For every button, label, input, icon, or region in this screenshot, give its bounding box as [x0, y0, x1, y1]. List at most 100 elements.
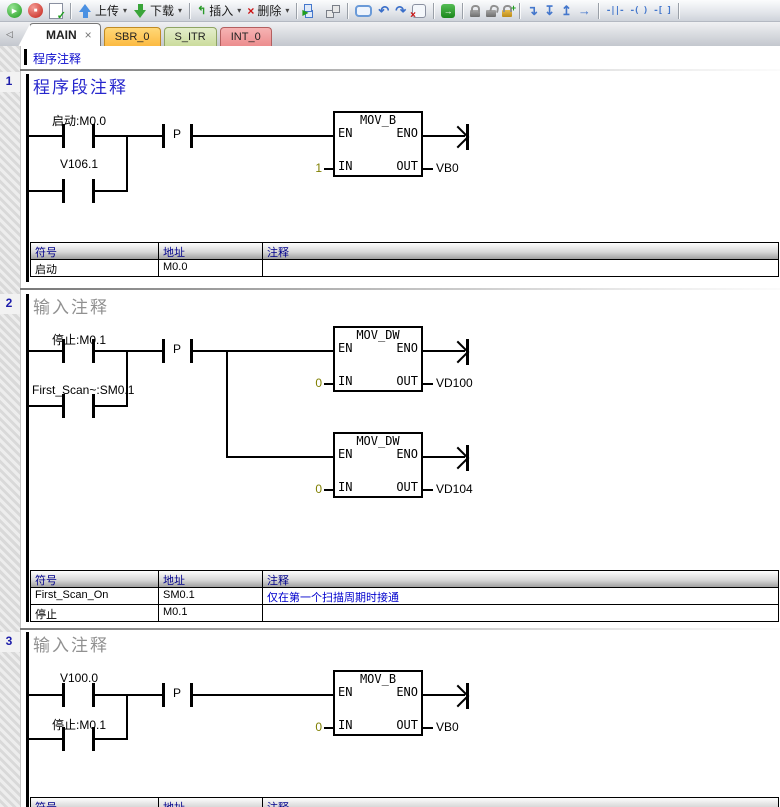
wire: [324, 727, 333, 729]
symbol-cell[interactable]: 停止: [31, 605, 159, 621]
lock-add-button[interactable]: +: [499, 1, 515, 21]
go-button[interactable]: →: [438, 1, 458, 21]
function-block[interactable]: MOV_B EN ENO IN OUT: [333, 670, 423, 736]
insert-contact-button[interactable]: -||-: [603, 1, 627, 21]
contact-operand[interactable]: 启动:M0.0: [52, 112, 106, 129]
comment-button[interactable]: [352, 1, 375, 21]
line-up-button[interactable]: ↥: [558, 1, 575, 21]
symbol-table: 符号 地址 注释 First_Scan_On SM0.1 仅在第一个扫描周期时接…: [30, 570, 779, 622]
redo-button[interactable]: ↷: [392, 1, 409, 21]
symbol-table-header-cell: 注释: [263, 571, 778, 587]
wire: [95, 190, 128, 192]
chevron-down-icon[interactable]: ▾: [285, 6, 289, 15]
symbol-table: 符号 地址 注释: [30, 797, 779, 807]
program-comment-bar: [24, 49, 27, 65]
lock-icon: [470, 10, 480, 17]
tab-scroll-left-button[interactable]: ◁: [2, 25, 17, 43]
output-operand[interactable]: VD104: [436, 482, 473, 496]
input-value[interactable]: 1: [300, 161, 322, 175]
contact-bar[interactable]: [62, 683, 65, 707]
function-block[interactable]: MOV_DW EN ENO IN OUT: [333, 326, 423, 392]
comment-cell[interactable]: 仅在第一个扫描周期时接通: [263, 588, 778, 604]
wire: [29, 405, 62, 407]
input-value[interactable]: 0: [300, 376, 322, 390]
line-down-button[interactable]: ↧: [541, 1, 558, 21]
input-value[interactable]: 0: [300, 720, 322, 734]
contact-bar[interactable]: [62, 179, 65, 203]
toolbar-separator: [296, 3, 297, 19]
line-right-button[interactable]: →: [575, 1, 594, 21]
chevron-down-icon[interactable]: ▾: [237, 6, 241, 15]
lock-add-icon: +: [502, 10, 512, 17]
clear-icon: ×: [412, 4, 426, 18]
comment-cell[interactable]: [263, 605, 778, 621]
contact-operand[interactable]: 停止:M0.1: [52, 331, 106, 348]
network-comment[interactable]: 输入注释: [33, 631, 109, 656]
tab-sbr0[interactable]: SBR_0: [104, 27, 161, 46]
lock-button[interactable]: [467, 1, 483, 21]
tab-main[interactable]: MAIN ×: [29, 23, 101, 46]
address-cell[interactable]: SM0.1: [159, 588, 263, 604]
symbol-cell[interactable]: 启动: [31, 260, 159, 276]
network-comment[interactable]: 输入注释: [33, 293, 109, 318]
function-block[interactable]: MOV_DW EN ENO IN OUT: [333, 432, 423, 498]
undo-button[interactable]: ↶: [375, 1, 392, 21]
unlock-icon: [486, 10, 496, 17]
tab-int0[interactable]: INT_0: [220, 27, 272, 46]
contact-bar[interactable]: [62, 394, 65, 418]
download-button[interactable]: 下载 ▾: [130, 1, 185, 21]
clear-button[interactable]: ×: [409, 1, 429, 21]
comment-cell[interactable]: [263, 260, 778, 276]
address-cell[interactable]: M0.0: [159, 260, 263, 276]
symbol-cell[interactable]: First_Scan_On: [31, 588, 159, 604]
delete-network-button[interactable]: [322, 1, 343, 21]
edge-contact-bar[interactable]: [162, 339, 165, 363]
symbol-table-header-row: 符号 地址 注释: [31, 571, 778, 587]
wire: [29, 190, 62, 192]
input-value[interactable]: 0: [300, 482, 322, 496]
toolbar-separator: [519, 3, 520, 19]
power-rail: [26, 632, 29, 807]
edge-contact-bar[interactable]: [162, 124, 165, 148]
address-cell[interactable]: M0.1: [159, 605, 263, 621]
insert-box-button[interactable]: -[ ]: [650, 1, 674, 21]
edge-contact-label[interactable]: P: [169, 127, 185, 141]
output-operand[interactable]: VB0: [436, 720, 459, 734]
run-icon: ▶: [7, 3, 22, 18]
line-terminal: [466, 445, 469, 471]
wire: [193, 694, 333, 696]
program-comment[interactable]: 程序注释: [33, 50, 81, 67]
network-comment[interactable]: 程序段注释: [33, 73, 128, 98]
insert-button[interactable]: ↰ 插入 ▾: [194, 1, 244, 21]
app-window: ▶ ■ ✓ 上传 ▾ 下载 ▾ ↰ 插入 ▾ × 删除 ▾ ▶ ↶: [0, 0, 780, 807]
stop-button[interactable]: ■: [25, 1, 46, 21]
contact-bar[interactable]: [62, 124, 65, 148]
edge-contact-label[interactable]: P: [169, 342, 185, 356]
insert-coil-button[interactable]: -( ): [627, 1, 651, 21]
ladder-editor: 程序注释 1 程序段注释 启动:M0.0 P V106.1 MOV_B EN E…: [0, 46, 780, 807]
contact-operand[interactable]: First_Scan~:SM0.1: [32, 383, 134, 397]
upload-button[interactable]: 上传 ▾: [75, 1, 130, 21]
contact-operand[interactable]: V106.1: [60, 157, 98, 171]
close-icon[interactable]: ×: [85, 28, 92, 42]
insert-branch-button[interactable]: ↴: [524, 1, 541, 21]
contact-operand[interactable]: 停止:M0.1: [52, 716, 106, 733]
run-button[interactable]: ▶: [4, 1, 25, 21]
wire: [193, 135, 333, 137]
output-operand[interactable]: VD100: [436, 376, 473, 390]
output-operand[interactable]: VB0: [436, 161, 459, 175]
edge-contact-bar[interactable]: [162, 683, 165, 707]
delete-button[interactable]: × 删除 ▾: [244, 1, 292, 21]
edge-contact-label[interactable]: P: [169, 686, 185, 700]
chevron-down-icon[interactable]: ▾: [123, 6, 127, 15]
unlock-button[interactable]: [483, 1, 499, 21]
contact-bar[interactable]: [62, 339, 65, 363]
function-block[interactable]: MOV_B EN ENO IN OUT: [333, 111, 423, 177]
function-block-title: MOV_B: [335, 113, 421, 127]
compile-button[interactable]: ✓: [46, 1, 66, 21]
contact-bar[interactable]: [62, 727, 65, 751]
insert-network-button[interactable]: ▶: [301, 1, 322, 21]
toolbar-separator: [598, 3, 599, 19]
chevron-down-icon[interactable]: ▾: [178, 6, 182, 15]
tab-sitr[interactable]: S_ITR: [164, 27, 217, 46]
